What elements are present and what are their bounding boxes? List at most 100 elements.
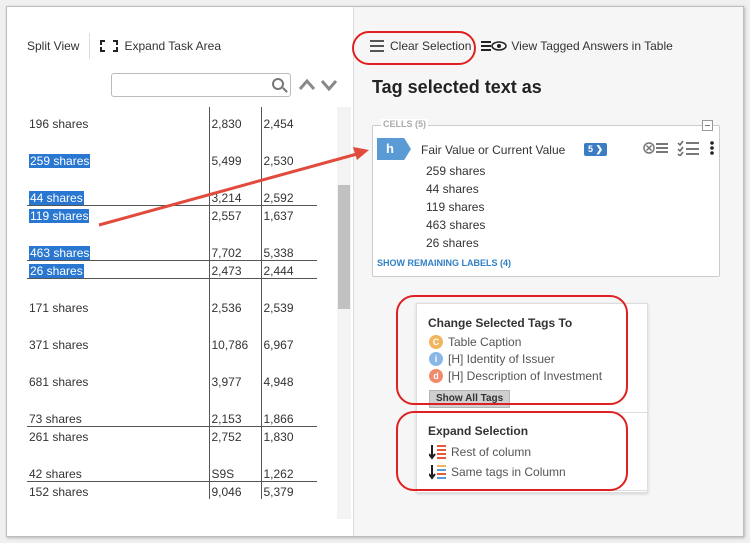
- table-cell[interactable]: 44 shares: [27, 187, 209, 206]
- collapse-icon[interactable]: [702, 120, 713, 131]
- selected-cell-text[interactable]: 463 shares: [29, 245, 91, 260]
- table-cell[interactable]: 1,262: [260, 463, 317, 482]
- next-match-button[interactable]: [319, 75, 339, 95]
- table-cell[interactable]: 463 shares: [27, 242, 209, 261]
- selected-cell-text[interactable]: 44 shares: [29, 190, 84, 205]
- chevron-down-icon: [320, 80, 338, 92]
- table-cell[interactable]: 6,967: [260, 334, 317, 352]
- table-row: 152 shares 9,046 5,379: [27, 481, 317, 499]
- table-cell[interactable]: 1,637: [260, 205, 317, 223]
- table-cell[interactable]: 2,530: [260, 150, 317, 168]
- table-cell[interactable]: 681 shares: [27, 371, 209, 389]
- panel-title: Tag selected text as: [372, 77, 542, 97]
- table-cell[interactable]: 119 shares: [27, 205, 209, 223]
- cells-group-label: CELLS (5): [381, 119, 429, 129]
- table-cell[interactable]: 5,379: [260, 481, 317, 499]
- table-row: 259 shares 5,499 2,530: [27, 150, 317, 168]
- eye-list-icon: [481, 41, 508, 51]
- cell-text: 196 shares: [29, 117, 89, 131]
- list-item: 463 shares: [426, 218, 486, 232]
- table-row: 463 shares 7,702 5,338: [27, 242, 317, 261]
- table-cell[interactable]: 259 shares: [27, 150, 209, 168]
- table-cell[interactable]: 2,539: [260, 297, 317, 315]
- search-input[interactable]: [112, 74, 262, 96]
- table-row: 196 shares 2,830 2,454: [27, 107, 317, 131]
- selected-cell-text[interactable]: 119 shares: [29, 209, 90, 223]
- checklist-icon[interactable]: [677, 140, 701, 156]
- table-cell[interactable]: 1,830: [260, 426, 317, 444]
- more-options-icon[interactable]: [709, 140, 715, 156]
- left-toolbar: Split View Expand Task Area: [7, 29, 353, 63]
- expand-task-area-button[interactable]: Expand Task Area: [100, 39, 221, 53]
- table-cell[interactable]: 2,473: [208, 260, 261, 279]
- remove-tag-icon[interactable]: [643, 141, 669, 155]
- table-row-spacer: [27, 444, 317, 463]
- table-cell[interactable]: 2,830: [208, 107, 261, 131]
- table-cell[interactable]: 26 shares: [27, 260, 209, 279]
- tag-count: 5: [588, 144, 594, 154]
- table-row: 261 shares 2,752 1,830: [27, 426, 317, 444]
- table-cell[interactable]: 2,592: [260, 187, 317, 206]
- table-cell[interactable]: 171 shares: [27, 297, 209, 315]
- tag-name: Fair Value or Current Value: [421, 143, 566, 157]
- cells-group: CELLS (5) h Fair Value or Current Value …: [372, 119, 720, 277]
- table-cell[interactable]: 7,702: [208, 242, 261, 261]
- selected-cell-text[interactable]: 259 shares: [29, 154, 91, 168]
- table-row-spacer: [27, 131, 317, 150]
- previous-match-button[interactable]: [297, 75, 317, 95]
- tagged-values-list: 259 shares 44 shares 119 shares 463 shar…: [426, 162, 485, 252]
- document-table-viewport: 196 shares 2,830 2,454 259 shares 5,499 2,53…: [27, 107, 317, 519]
- tag-actions: [643, 140, 715, 156]
- table-cell[interactable]: 2,444: [260, 260, 317, 279]
- table-cell[interactable]: 196 shares: [27, 107, 209, 131]
- table-row: 73 shares 2,153 1,866: [27, 408, 317, 427]
- table-cell[interactable]: 5,499: [208, 150, 261, 168]
- table-cell[interactable]: 4,948: [260, 371, 317, 389]
- table-row: 119 shares 2,557 1,637: [27, 205, 317, 223]
- table-cell[interactable]: 73 shares: [27, 408, 209, 427]
- table-cell[interactable]: 2,153: [208, 408, 261, 427]
- expand-icon: [100, 40, 119, 52]
- table-cell[interactable]: 2,557: [208, 205, 261, 223]
- table-row: 371 shares 10,786 6,967: [27, 334, 317, 352]
- list-item: 44 shares: [426, 182, 479, 196]
- table-cell[interactable]: 2,752: [208, 426, 261, 444]
- table-cell[interactable]: 42 shares: [27, 463, 209, 482]
- search-field: [111, 73, 291, 97]
- vertical-scrollbar[interactable]: [337, 107, 351, 519]
- expand-task-area-label: Expand Task Area: [124, 39, 221, 53]
- table-row: 681 shares 3,977 4,948: [27, 371, 317, 389]
- table-cell[interactable]: 5,338: [260, 242, 317, 261]
- table-cell[interactable]: 371 shares: [27, 334, 209, 352]
- table-cell[interactable]: 3,977: [208, 371, 261, 389]
- view-tagged-label: View Tagged Answers in Table: [511, 39, 673, 53]
- table-cell[interactable]: 10,786: [208, 334, 261, 352]
- document-pane: Split View Expand Task Area 196 shares 2…: [7, 7, 353, 536]
- annotation-oval: [396, 411, 628, 491]
- selected-cell-text[interactable]: 26 shares: [29, 263, 84, 278]
- table-cell[interactable]: 2,536: [208, 297, 261, 315]
- table-row-spacer: [27, 278, 317, 297]
- search-icon[interactable]: [272, 78, 284, 90]
- table-cell[interactable]: 261 shares: [27, 426, 209, 444]
- table-row-spacer: [27, 352, 317, 371]
- table-cell[interactable]: 152 shares: [27, 481, 209, 499]
- list-item: 119 shares: [426, 200, 485, 214]
- annotation-oval: [396, 295, 628, 405]
- chevron-up-icon: [298, 78, 316, 90]
- table-cell[interactable]: 2,454: [260, 107, 317, 131]
- table-row-spacer: [27, 315, 317, 334]
- split-view-button[interactable]: Split View: [27, 39, 79, 53]
- table-cell[interactable]: 1,866: [260, 408, 317, 427]
- view-tagged-answers-button[interactable]: View Tagged Answers in Table: [481, 39, 673, 53]
- table-cell[interactable]: S9S: [208, 463, 261, 482]
- tag-count-badge[interactable]: 5 ❯: [584, 143, 608, 156]
- toolbar-divider: [89, 33, 91, 59]
- document-table: 196 shares 2,830 2,454 259 shares 5,499 2,53…: [27, 107, 317, 499]
- show-remaining-labels-link[interactable]: SHOW REMAINING LABELS (4): [377, 258, 511, 268]
- table-cell[interactable]: 3,214: [208, 187, 261, 206]
- table-cell[interactable]: 9,046: [208, 481, 261, 499]
- table-row-spacer: [27, 389, 317, 408]
- tag-chip-letter: h: [386, 141, 394, 156]
- scrollbar-thumb[interactable]: [338, 185, 350, 309]
